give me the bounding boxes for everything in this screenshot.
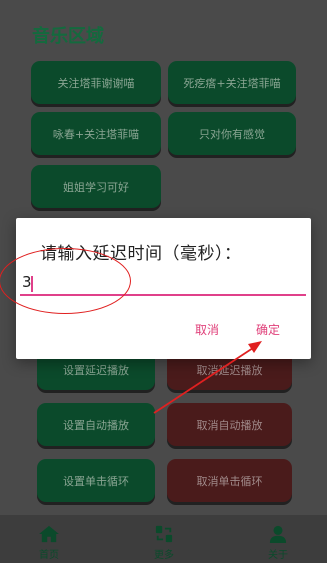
annotation-arrow-line — [153, 345, 257, 414]
annotation-arrow-head — [248, 341, 262, 353]
annotation-arrow-layer — [153, 341, 262, 414]
